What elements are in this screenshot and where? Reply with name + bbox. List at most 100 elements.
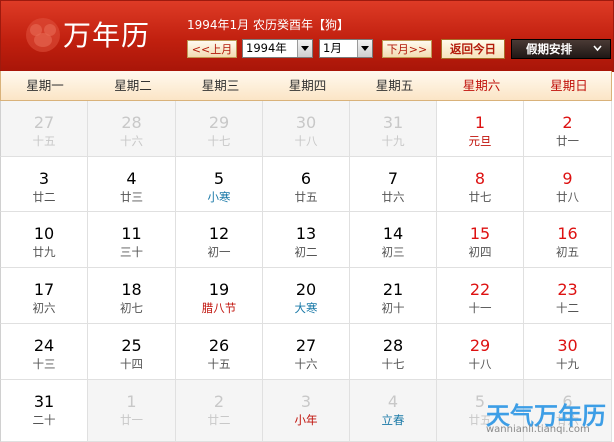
day-number: 19 <box>208 280 230 299</box>
prev-month-button[interactable]: <<上月 <box>187 40 237 58</box>
lunar-date-label: 初二 <box>294 245 318 259</box>
day-number: 30 <box>557 336 578 355</box>
day-cell[interactable]: 3 小年 <box>263 380 350 442</box>
day-cell[interactable]: 22 十一 <box>437 268 524 324</box>
lunar-date-label: 十三 <box>32 357 56 371</box>
lunar-date-label: 初五 <box>556 245 579 259</box>
lunar-date-label: 十六 <box>294 357 318 371</box>
next-month-button[interactable]: 下月>> <box>382 40 432 58</box>
year-select-value: 1994年 <box>246 41 287 55</box>
lunar-date-label: 初六 <box>32 301 56 315</box>
day-cell[interactable]: 2 廿二 <box>176 380 263 442</box>
day-cell[interactable]: 27 十六 <box>263 324 350 380</box>
lunar-date-label: 十六 <box>120 134 143 148</box>
day-cell[interactable]: 30 十九 <box>524 324 612 380</box>
weekday-label: 星期一 <box>26 78 64 93</box>
day-number: 29 <box>469 336 491 355</box>
day-number: 7 <box>387 169 399 188</box>
day-cell[interactable]: 30 十八 <box>263 101 350 157</box>
day-number: 27 <box>295 336 317 355</box>
month-select[interactable]: 1月 <box>319 39 373 58</box>
month-dropdown-arrow-icon[interactable] <box>357 40 372 57</box>
day-cell[interactable]: 27 十五 <box>0 101 88 157</box>
calendar-header: 万年历 1994年1月 农历癸酉年【狗】 <<上月 1994年 1月 下月>> … <box>0 0 614 72</box>
day-cell[interactable]: 21 初十 <box>350 268 437 324</box>
day-cell[interactable]: 28 十七 <box>350 324 437 380</box>
day-number: 31 <box>382 113 404 132</box>
year-dropdown-arrow-icon[interactable] <box>297 40 312 57</box>
lunar-date-label: 廿五 <box>294 190 318 204</box>
dog-logo-icon <box>26 18 60 52</box>
day-number: 29 <box>208 113 230 132</box>
day-cell[interactable]: 15 初四 <box>437 212 524 268</box>
lunar-date-label: 初三 <box>381 245 405 259</box>
current-date-info: 1994年1月 农历癸酉年【狗】 <box>187 18 349 32</box>
day-number: 20 <box>295 280 317 299</box>
chevron-down-icon <box>593 45 602 52</box>
day-cell[interactable]: 2 廿一 <box>524 101 612 157</box>
day-cell[interactable]: 4 廿三 <box>88 157 176 212</box>
day-cell[interactable]: 17 初六 <box>0 268 88 324</box>
day-number: 21 <box>382 280 404 299</box>
back-to-today-button[interactable]: 返回今日 <box>441 39 505 59</box>
day-number: 9 <box>562 169 573 188</box>
day-cell[interactable]: 19 腊八节 <box>176 268 263 324</box>
lunar-date-label: 十九 <box>556 357 579 371</box>
day-cell[interactable]: 24 十三 <box>0 324 88 380</box>
day-number: 5 <box>213 169 225 188</box>
day-number: 28 <box>382 336 404 355</box>
day-cell[interactable]: 31 十九 <box>350 101 437 157</box>
day-cell[interactable]: 11 三十 <box>88 212 176 268</box>
day-cell[interactable]: 31 二十 <box>0 380 88 442</box>
festival-label: 元旦 <box>468 134 492 148</box>
day-cell[interactable]: 1 元旦 <box>437 101 524 157</box>
month-select-value: 1月 <box>323 41 342 55</box>
day-number: 30 <box>295 113 317 132</box>
day-cell[interactable]: 20 大寒 <box>263 268 350 324</box>
day-number: 6 <box>300 169 312 188</box>
solar-term-label: 大寒 <box>294 301 318 315</box>
lunar-date-label: 初十 <box>381 301 405 315</box>
day-cell[interactable]: 23 十二 <box>524 268 612 324</box>
lunar-date-label: 廿二 <box>32 190 56 204</box>
day-cell[interactable]: 7 廿六 <box>350 157 437 212</box>
day-number: 14 <box>382 224 404 243</box>
weekday-label: 星期二 <box>114 78 152 93</box>
day-number: 27 <box>33 113 55 132</box>
day-cell[interactable]: 1 廿一 <box>88 380 176 442</box>
day-number: 2 <box>213 392 225 411</box>
day-cell[interactable]: 12 初一 <box>176 212 263 268</box>
day-cell[interactable]: 14 初三 <box>350 212 437 268</box>
day-cell[interactable]: 4 立春 <box>350 380 437 442</box>
day-cell[interactable]: 28 十六 <box>88 101 176 157</box>
day-cell[interactable]: 13 初二 <box>263 212 350 268</box>
day-number: 4 <box>387 392 399 411</box>
day-cell[interactable]: 29 十八 <box>437 324 524 380</box>
day-cell[interactable]: 16 初五 <box>524 212 612 268</box>
solar-term-label: 立春 <box>381 413 405 427</box>
day-number: 12 <box>208 224 230 243</box>
year-select[interactable]: 1994年 <box>242 39 313 58</box>
day-cell[interactable]: 8 廿七 <box>437 157 524 212</box>
day-cell[interactable]: 9 廿八 <box>524 157 612 212</box>
day-number: 13 <box>295 224 317 243</box>
day-number: 1 <box>474 113 486 132</box>
holiday-schedule-button[interactable]: 假期安排 <box>511 39 611 59</box>
weekday-header-row: 星期一 星期二 星期三 星期四 星期五 星期六 星期日 <box>0 71 612 101</box>
day-cell[interactable]: 26 十五 <box>176 324 263 380</box>
lunar-date-label: 三十 <box>120 245 143 259</box>
day-cell[interactable]: 3 廿二 <box>0 157 88 212</box>
lunar-date-label: 廿九 <box>32 245 56 259</box>
day-cell[interactable]: 6 廿五 <box>263 157 350 212</box>
day-number: 18 <box>121 280 142 299</box>
day-number: 2 <box>562 113 573 132</box>
day-number: 15 <box>469 224 491 243</box>
day-cell[interactable]: 29 十七 <box>176 101 263 157</box>
day-cell[interactable]: 25 十四 <box>88 324 176 380</box>
lunar-date-label: 二十 <box>32 413 56 427</box>
day-cell[interactable]: 10 廿九 <box>0 212 88 268</box>
day-cell[interactable]: 5 小寒 <box>176 157 263 212</box>
day-cell[interactable]: 18 初七 <box>88 268 176 324</box>
day-number: 8 <box>474 169 486 188</box>
watermark-url: wannianli.tianqi.com <box>486 424 590 435</box>
